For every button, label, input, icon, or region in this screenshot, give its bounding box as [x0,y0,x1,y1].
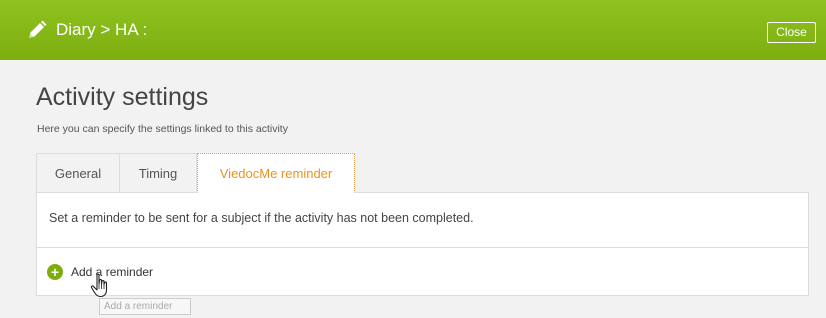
tab-viedocme-reminder[interactable]: ViedocMe reminder [197,153,355,193]
plus-circle-icon: + [47,264,63,280]
add-reminder-label: Add a reminder [71,265,154,279]
page-title: Activity settings [36,83,209,111]
breadcrumb: Diary > HA : [56,20,148,39]
reminder-description: Set a reminder to be sent for a subject … [49,211,474,225]
tab-general[interactable]: General [36,153,120,193]
reminder-panel: Set a reminder to be sent for a subject … [36,192,809,296]
page-subtitle: Here you can specify the settings linked… [37,123,288,135]
header-bar: Diary > HA : Close [0,0,826,60]
tab-bar: General Timing ViedocMe reminder [36,153,355,193]
close-button[interactable]: Close [767,22,816,43]
tooltip: Add a reminder [99,298,191,315]
pencil-icon [26,19,48,41]
hand-pointer-icon [90,273,112,299]
panel-divider [37,247,808,248]
tab-timing[interactable]: Timing [120,153,197,193]
